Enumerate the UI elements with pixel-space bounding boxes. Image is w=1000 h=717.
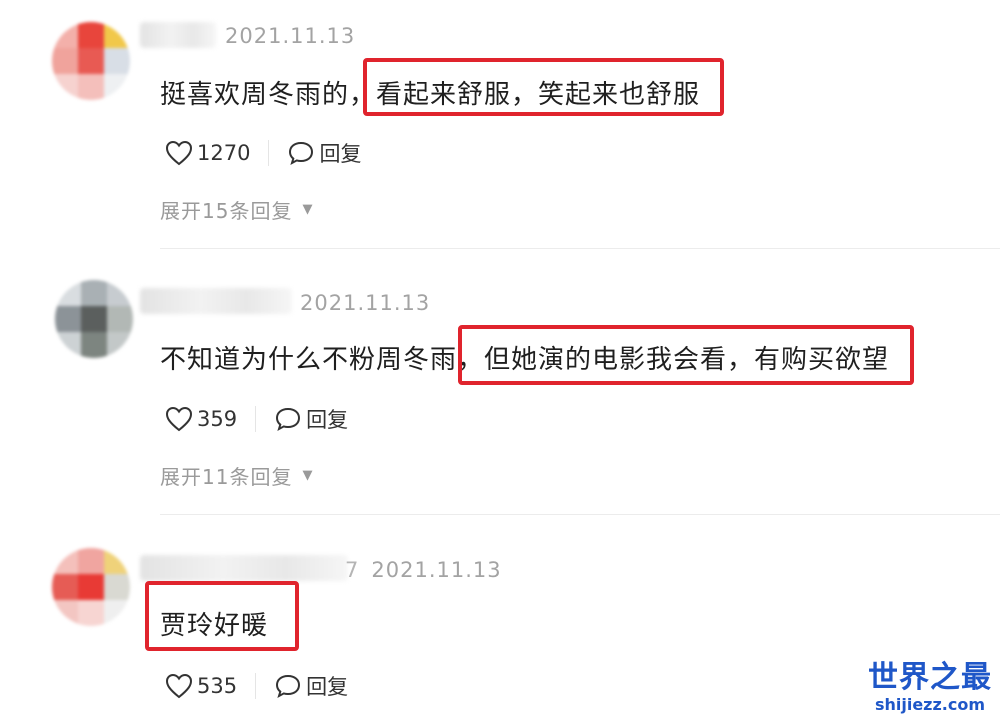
reply-label: 回复 [306,408,349,432]
comment-date-value: 2021.11.13 [371,558,502,582]
highlight-box [145,581,299,651]
like-count: 535 [197,674,238,698]
reply-button[interactable]: 回复 [274,671,348,701]
comment-actions: 1270 回复 [165,138,361,168]
highlight-box [363,58,724,116]
comment-text-plain: 挺喜欢周冬雨的， [160,80,377,110]
like-count: 359 [197,407,238,431]
watermark-logo: 世界之最 shijiezz.com [868,663,992,713]
comment-actions: 535 回复 [165,671,348,701]
speech-bubble-icon [276,407,301,432]
speech-bubble-icon [276,674,301,699]
comment-divider [160,514,1000,515]
username-blurred[interactable] [140,288,292,314]
reply-button[interactable]: 回复 [274,404,348,434]
username-tail: 7 [345,558,360,582]
like-button[interactable]: 359 [165,406,237,432]
watermark-en: shijiezz.com [874,695,986,714]
reply-button[interactable]: 回复 [287,138,361,168]
comment-text-plain: 不知道为什么不粉周冬雨， [160,345,485,375]
like-button[interactable]: 535 [165,673,237,699]
like-count: 1270 [197,141,251,165]
comment-date: 7 2021.11.13 [345,558,502,582]
avatar[interactable] [52,22,130,100]
username-blurred[interactable] [140,22,216,48]
action-divider [255,406,257,432]
avatar[interactable] [52,548,130,626]
expand-replies[interactable]: 展开15条回复 ▼ [160,195,313,224]
highlight-box [458,325,914,385]
expand-replies-label: 展开15条回复 [160,199,293,223]
watermark-cn: 世界之最 [868,660,992,695]
comment-date: 2021.11.13 [225,24,356,48]
speech-bubble-icon [289,141,314,166]
comment-divider [160,248,1000,249]
comment-date: 2021.11.13 [300,291,431,315]
comment-actions: 359 回复 [165,404,348,434]
reply-label: 回复 [306,675,349,699]
avatar[interactable] [55,280,133,358]
action-divider [255,673,257,699]
chevron-down-icon: ▼ [302,468,314,483]
expand-replies-label: 展开11条回复 [160,465,293,489]
heart-icon [165,140,193,166]
reply-label: 回复 [319,142,362,166]
chevron-down-icon: ▼ [302,202,314,217]
action-divider [268,140,270,166]
expand-replies[interactable]: 展开11条回复 ▼ [160,461,313,490]
heart-icon [165,673,193,699]
username-blurred[interactable] [140,555,348,581]
heart-icon [165,406,193,432]
like-button[interactable]: 1270 [165,140,250,166]
